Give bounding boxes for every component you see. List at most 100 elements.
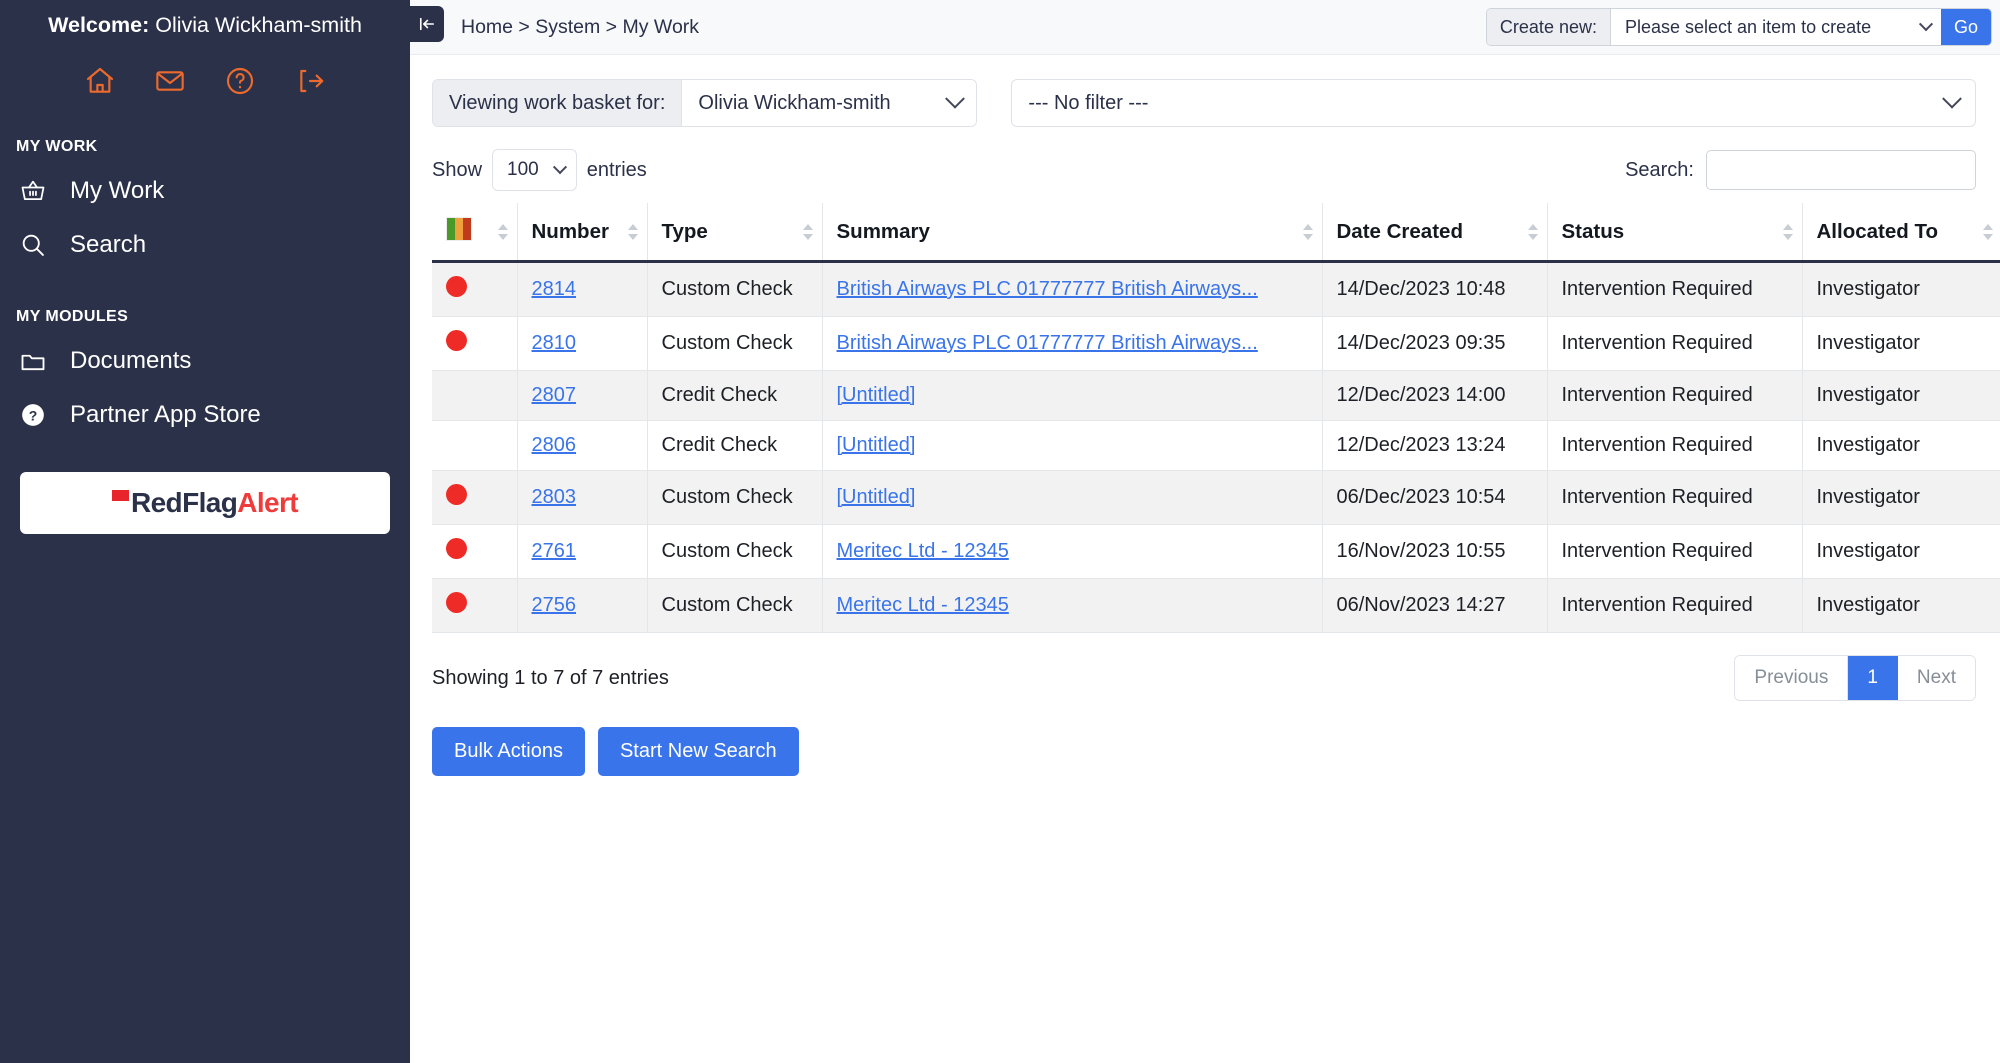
sort-icon bbox=[1302, 223, 1313, 240]
cell-number[interactable]: 2806 bbox=[517, 420, 648, 471]
pagination-previous[interactable]: Previous bbox=[1735, 656, 1849, 700]
cell-summary[interactable]: [Untitled] bbox=[822, 470, 1323, 525]
table-search-group: Search: bbox=[1625, 150, 1976, 190]
column-label: Date Created bbox=[1336, 219, 1463, 243]
cell-number-link[interactable]: 2756 bbox=[532, 594, 577, 616]
work-basket-dropdown[interactable]: Olivia Wickham-smith bbox=[681, 80, 977, 126]
basket-icon bbox=[18, 176, 48, 206]
redflagalert-logo[interactable]: RedFlag Alert bbox=[20, 472, 390, 534]
entries-label: entries bbox=[586, 158, 647, 181]
column-header-number[interactable]: Number bbox=[517, 203, 648, 263]
cell-summary[interactable]: British Airways PLC 01777777 British Air… bbox=[822, 316, 1323, 371]
table-footer: Showing 1 to 7 of 7 entries Previous 1 N… bbox=[410, 633, 2000, 701]
column-header-type[interactable]: Type bbox=[647, 203, 823, 263]
cell-summary-link[interactable]: British Airways PLC 01777777 British Air… bbox=[837, 278, 1258, 300]
cell-status: Intervention Required bbox=[1547, 470, 1803, 525]
cell-type: Custom Check bbox=[647, 316, 823, 371]
cell-summary[interactable]: British Airways PLC 01777777 British Air… bbox=[822, 261, 1323, 317]
table-row: 2810 Custom Check British Airways PLC 0177… bbox=[432, 316, 2000, 371]
entries-per-page-dropdown[interactable]: 100 bbox=[492, 149, 577, 191]
cell-summary-link[interactable]: [Untitled] bbox=[837, 384, 916, 406]
cell-status: Intervention Required bbox=[1547, 261, 1803, 317]
entries-info: Showing 1 to 7 of 7 entries bbox=[432, 666, 669, 689]
cell-summary-link[interactable]: Meritec Ltd - 12345 bbox=[837, 594, 1009, 616]
cell-summary-link[interactable]: [Untitled] bbox=[837, 434, 916, 456]
cell-date-created: 16/Nov/2023 10:55 bbox=[1322, 524, 1548, 579]
pagination: Previous 1 Next bbox=[1734, 655, 1976, 701]
cell-number[interactable]: 2803 bbox=[517, 470, 648, 525]
cell-number-link[interactable]: 2806 bbox=[532, 434, 577, 456]
sort-icon bbox=[1527, 223, 1538, 240]
home-icon[interactable] bbox=[83, 64, 117, 98]
sidebar-item-label: My Work bbox=[70, 177, 165, 204]
cell-summary-link[interactable]: British Airways PLC 01777777 British Air… bbox=[837, 332, 1258, 354]
cell-allocated-to: Investigator bbox=[1802, 316, 2000, 371]
cell-date-created: 14/Dec/2023 10:48 bbox=[1322, 261, 1548, 317]
table-body: 2814 Custom Check British Airways PLC 0177… bbox=[432, 261, 2000, 633]
cell-rag-flag bbox=[432, 470, 518, 525]
column-header-date-created[interactable]: Date Created bbox=[1322, 203, 1548, 263]
cell-type: Credit Check bbox=[647, 420, 823, 471]
cell-number[interactable]: 2807 bbox=[517, 370, 648, 421]
start-new-search-button[interactable]: Start New Search bbox=[597, 727, 799, 776]
column-header-status[interactable]: Status bbox=[1547, 203, 1803, 263]
cell-number-link[interactable]: 2814 bbox=[532, 278, 577, 300]
cell-date-created: 14/Dec/2023 09:35 bbox=[1322, 316, 1548, 371]
cell-summary[interactable]: [Untitled] bbox=[822, 370, 1323, 421]
cell-number[interactable]: 2756 bbox=[517, 578, 648, 633]
pagination-page-1[interactable]: 1 bbox=[1848, 656, 1898, 700]
work-table: Number Type Summary Date Created Status … bbox=[432, 203, 2000, 633]
welcome-label: Welcome: bbox=[48, 13, 150, 37]
cell-number-link[interactable]: 2807 bbox=[532, 384, 577, 406]
sidebar-item-partner-app-store[interactable]: ? Partner App Store bbox=[0, 388, 410, 442]
cell-number-link[interactable]: 2761 bbox=[532, 540, 577, 562]
table-row: 2756 Custom Check Meritec Ltd - 12345 06/No… bbox=[432, 578, 2000, 633]
bulk-actions-button[interactable]: Bulk Actions bbox=[432, 727, 585, 776]
logout-icon[interactable] bbox=[293, 64, 327, 98]
cell-summary-link[interactable]: Meritec Ltd - 12345 bbox=[837, 540, 1009, 562]
cell-allocated-to: Investigator bbox=[1802, 578, 2000, 633]
cell-status: Intervention Required bbox=[1547, 316, 1803, 371]
work-basket-filter-row: Viewing work basket for: Olivia Wickham-… bbox=[410, 55, 2000, 127]
work-basket-label: Viewing work basket for: bbox=[433, 80, 682, 126]
column-header-allocated-to[interactable]: Allocated To bbox=[1802, 203, 2000, 263]
mail-icon[interactable] bbox=[153, 64, 187, 98]
work-basket-group: Viewing work basket for: Olivia Wickham-… bbox=[432, 79, 978, 127]
cell-date-created: 12/Dec/2023 14:00 bbox=[1322, 370, 1548, 421]
cell-summary[interactable]: Meritec Ltd - 12345 bbox=[822, 524, 1323, 579]
search-input[interactable] bbox=[1706, 150, 1976, 190]
work-table-wrapper: Number Type Summary Date Created Status … bbox=[410, 203, 2000, 633]
cell-rag-flag bbox=[432, 370, 518, 421]
cell-number-link[interactable]: 2803 bbox=[532, 486, 577, 508]
chevron-down-icon bbox=[552, 160, 567, 175]
sort-icon bbox=[497, 223, 508, 240]
table-header-row: Number Type Summary Date Created Status … bbox=[432, 203, 2000, 263]
red-status-dot-icon bbox=[446, 484, 467, 505]
sidebar-item-search[interactable]: Search bbox=[0, 218, 410, 272]
rag-status-icon bbox=[446, 217, 472, 241]
column-header-summary[interactable]: Summary bbox=[822, 203, 1323, 263]
cell-type: Custom Check bbox=[647, 578, 823, 633]
folder-icon bbox=[18, 346, 48, 376]
cell-number[interactable]: 2814 bbox=[517, 261, 648, 317]
sidebar-item-my-work[interactable]: My Work bbox=[0, 164, 410, 218]
cell-summary-link[interactable]: [Untitled] bbox=[837, 486, 916, 508]
cell-summary[interactable]: [Untitled] bbox=[822, 420, 1323, 471]
cell-number[interactable]: 2761 bbox=[517, 524, 648, 579]
collapse-sidebar-icon[interactable] bbox=[410, 6, 444, 42]
sort-icon bbox=[1983, 223, 1993, 240]
sort-icon bbox=[1782, 223, 1793, 240]
breadcrumb: Home > System > My Work bbox=[461, 15, 700, 38]
quick-actions-bar bbox=[0, 60, 410, 102]
column-header-rag[interactable] bbox=[432, 203, 518, 263]
cell-number-link[interactable]: 2810 bbox=[532, 332, 577, 354]
create-new-dropdown[interactable]: Please select an item to create bbox=[1610, 9, 1941, 45]
cell-summary[interactable]: Meritec Ltd - 12345 bbox=[822, 578, 1323, 633]
help-icon[interactable] bbox=[223, 64, 257, 98]
cell-rag-flag bbox=[432, 578, 518, 633]
go-button[interactable]: Go bbox=[1940, 9, 1991, 45]
sidebar-item-documents[interactable]: Documents bbox=[0, 334, 410, 388]
filter-dropdown[interactable]: --- No filter --- bbox=[1011, 79, 1976, 127]
cell-number[interactable]: 2810 bbox=[517, 316, 648, 371]
pagination-next[interactable]: Next bbox=[1897, 656, 1975, 700]
